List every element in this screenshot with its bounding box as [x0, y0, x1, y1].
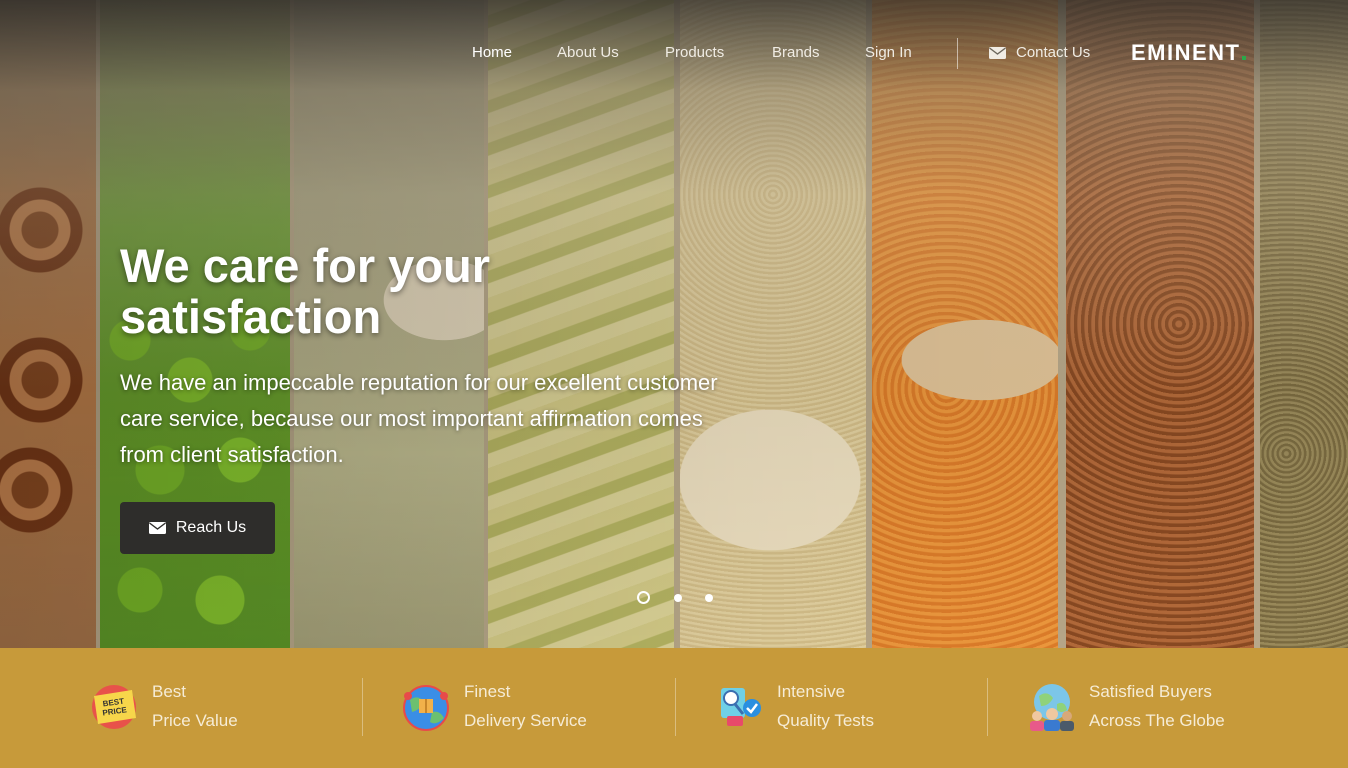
feature-quality-line2: Quality Tests: [777, 711, 875, 730]
nav-item-products[interactable]: Products: [665, 44, 724, 61]
feature-buyers-line2: Across The Globe: [1089, 711, 1225, 730]
envelope-icon: [989, 46, 1006, 59]
slide-dot-1[interactable]: [637, 591, 650, 604]
hero-headline: We care for your satisfaction: [120, 239, 491, 343]
feature-quality-line1: Intensive: [777, 682, 846, 701]
contact-us-link[interactable]: Contact Us: [989, 44, 1090, 61]
top-navigation: Home About Us Products Brands Sign In Co…: [0, 38, 1348, 69]
feature-delivery-line2: Delivery Service: [464, 711, 587, 730]
envelope-icon: [148, 522, 166, 534]
feature-best-price-line2: Price Value: [152, 711, 238, 730]
nav-divider: [957, 38, 958, 69]
brand-logo[interactable]: EMINENT: [1131, 40, 1246, 66]
feature-best-price-line1: Best: [152, 682, 187, 701]
slide-dot-3[interactable]: [705, 594, 713, 602]
slide-dot-2[interactable]: [674, 594, 682, 602]
reach-us-label: Reach Us: [175, 519, 247, 536]
reach-us-button[interactable]: Reach Us: [120, 502, 275, 554]
globe-delivery-icon: [402, 682, 452, 732]
logo-dot: [1241, 56, 1246, 60]
nav-item-brands[interactable]: Brands: [772, 44, 820, 61]
nav-item-home[interactable]: Home: [472, 44, 512, 61]
feature-delivery-line1: Finest: [464, 682, 511, 701]
feature-divider: [675, 678, 676, 736]
best-price-tag-icon: BEST PRICE: [90, 682, 140, 732]
feature-divider: [362, 678, 363, 736]
satisfied-buyers-icon: [1027, 682, 1077, 732]
logo-text: EMINENT: [1131, 40, 1241, 65]
features-bar: BEST PRICE Best Price Value Finest Deliv…: [0, 648, 1348, 768]
feature-buyers-line1: Satisfied Buyers: [1089, 682, 1212, 701]
slider-pagination: [637, 591, 717, 605]
hero-subtext: We have an impeccable reputation for our…: [120, 370, 718, 467]
nav-item-about-us[interactable]: About Us: [557, 44, 619, 61]
nav-item-sign-in[interactable]: Sign In: [865, 44, 912, 61]
feature-divider: [987, 678, 988, 736]
quality-test-icon: [715, 682, 765, 732]
contact-us-label: Contact Us: [1016, 44, 1091, 61]
